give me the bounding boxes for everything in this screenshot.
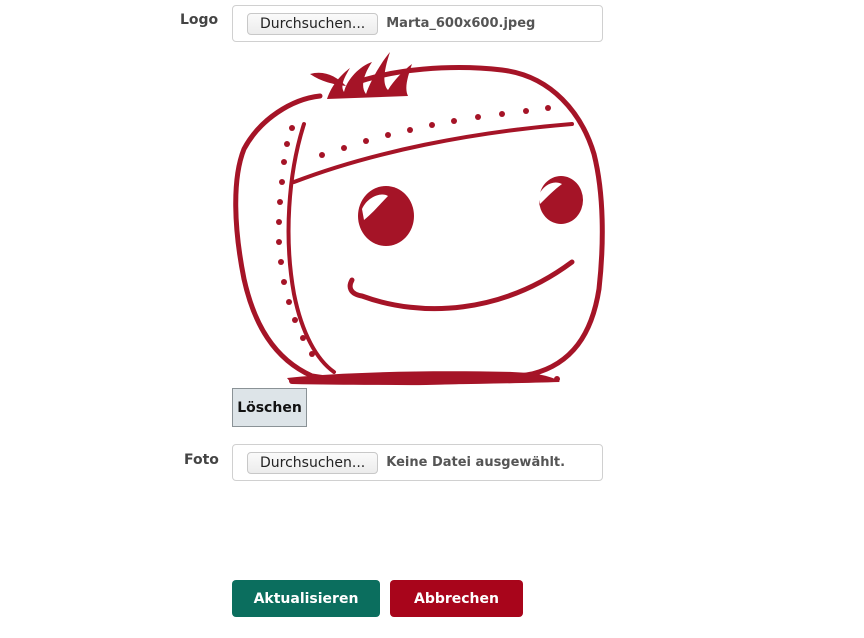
- logo-preview-image: [233, 52, 605, 386]
- delete-logo-button[interactable]: Löschen: [232, 388, 307, 427]
- foto-label: Foto: [184, 452, 219, 468]
- cancel-button[interactable]: Abbrechen: [390, 580, 523, 617]
- logo-browse-button[interactable]: Durchsuchen...: [247, 12, 379, 35]
- logo-label: Logo: [180, 12, 219, 28]
- logo-file-input[interactable]: Durchsuchen... Marta_600x600.jpeg: [232, 5, 603, 42]
- foto-browse-button[interactable]: Durchsuchen...: [247, 451, 379, 474]
- foto-file-input[interactable]: Durchsuchen... Keine Datei ausgewählt.: [232, 444, 603, 481]
- foto-file-name: Keine Datei ausgewählt.: [386, 455, 566, 470]
- update-button[interactable]: Aktualisieren: [232, 580, 380, 617]
- logo-file-name: Marta_600x600.jpeg: [386, 16, 536, 31]
